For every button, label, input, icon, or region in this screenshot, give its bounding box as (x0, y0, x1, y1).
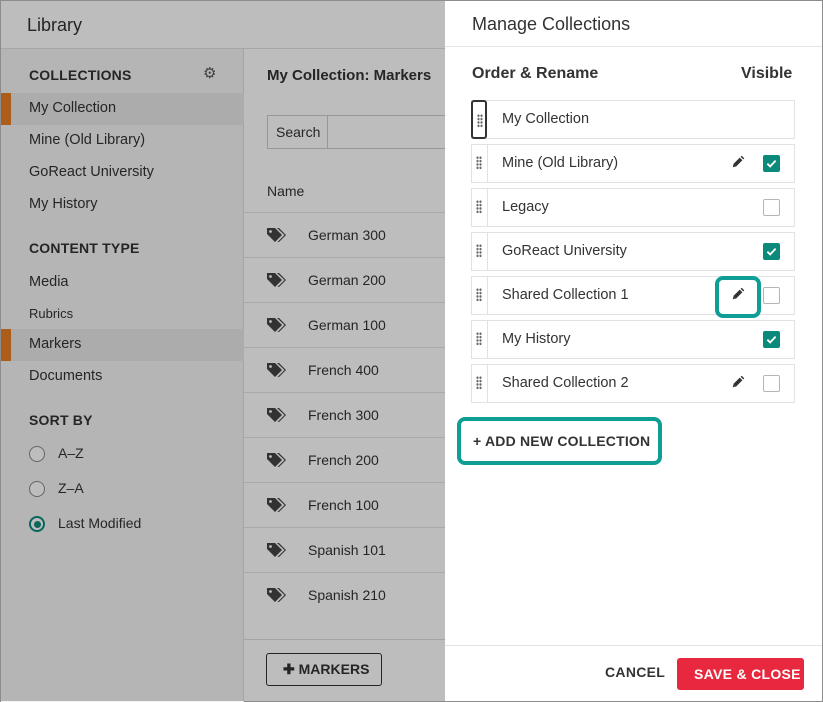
collection-row: My Collection (471, 100, 795, 139)
cancel-button[interactable]: CANCEL (605, 664, 665, 680)
drag-handle-icon[interactable] (472, 320, 488, 359)
collection-name[interactable]: Mine (Old Library) (502, 155, 618, 171)
collection-row: Legacy (471, 188, 795, 227)
save-close-button[interactable]: SAVE & CLOSE (677, 658, 804, 690)
drag-handle-icon[interactable] (472, 188, 488, 227)
pencil-highlight-callout (715, 276, 761, 318)
collection-row: Mine (Old Library) (471, 144, 795, 183)
collection-row: GoReact University (471, 232, 795, 271)
collection-row: Shared Collection 2 (471, 364, 795, 403)
manage-collections-panel: Manage Collections Order & Rename Visibl… (445, 1, 822, 701)
collection-name[interactable]: Legacy (502, 199, 549, 215)
drag-handle-icon[interactable] (472, 232, 488, 271)
drag-handle-icon[interactable] (472, 144, 488, 183)
collection-name[interactable]: GoReact University (502, 243, 627, 259)
pencil-icon[interactable] (731, 155, 747, 171)
panel-title: Manage Collections (445, 1, 822, 47)
visible-checkbox[interactable] (763, 375, 780, 392)
collection-name[interactable]: My History (502, 331, 570, 347)
add-new-collection-label: + ADD NEW COLLECTION (473, 433, 651, 449)
pencil-icon[interactable] (731, 375, 747, 391)
drag-handle-icon[interactable] (472, 276, 488, 315)
drag-handle-icon[interactable] (472, 364, 488, 403)
visible-header: Visible (741, 65, 793, 82)
add-new-collection-button[interactable]: + ADD NEW COLLECTION (457, 417, 662, 465)
collection-name[interactable]: My Collection (502, 111, 589, 127)
visible-checkbox[interactable] (763, 331, 780, 348)
visible-checkbox[interactable] (763, 243, 780, 260)
collection-name[interactable]: Shared Collection 1 (502, 287, 629, 303)
order-rename-header: Order & Rename (472, 65, 599, 82)
collection-name[interactable]: Shared Collection 2 (502, 375, 629, 391)
modal-backdrop[interactable] (1, 1, 445, 701)
drag-handle-icon[interactable] (471, 100, 487, 139)
visible-checkbox[interactable] (763, 155, 780, 172)
visible-checkbox[interactable] (763, 287, 780, 304)
visible-checkbox[interactable] (763, 199, 780, 216)
collection-row: My History (471, 320, 795, 359)
panel-footer-divider (445, 645, 822, 646)
